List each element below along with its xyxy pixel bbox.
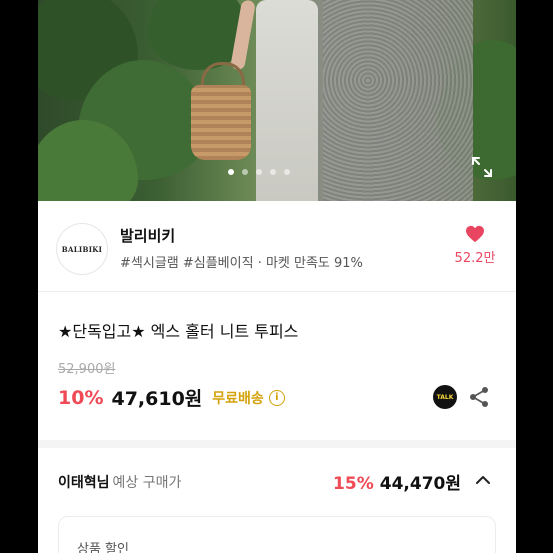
carousel-indicator — [228, 169, 290, 175]
carousel-dot[interactable] — [284, 169, 290, 175]
product-title: ★단독입고★ 엑스 홀터 니트 투피스 — [58, 322, 299, 341]
expected-amount: 44,470원 — [379, 474, 461, 494]
chevron-up-icon[interactable] — [475, 472, 491, 488]
seller-tags: #섹시글램 #심플베이직 · 마켓 만족도 91% — [120, 256, 363, 271]
price-row: 10% 47,610원 무료배송 i — [58, 384, 285, 411]
product-discount-label: 상품 할인 — [77, 542, 129, 553]
carousel-dot[interactable] — [256, 169, 262, 175]
seller-name[interactable]: 발리비키 — [120, 225, 175, 246]
sale-price: 47,610원 — [111, 388, 203, 410]
talk-chat-button[interactable]: TALK — [433, 385, 457, 409]
seller-logo[interactable]: BALIBIKI — [56, 223, 108, 275]
gravel-path — [323, 0, 473, 201]
expand-icon[interactable] — [471, 156, 493, 178]
talk-chat-label: TALK — [436, 393, 454, 401]
seller-logo-text: BALIBIKI — [61, 244, 103, 254]
original-price: 52,900원 — [58, 362, 116, 377]
buyer-label: 이태혁님 예상 구매가 — [58, 472, 181, 492]
shipping-badge: 무료배송 — [212, 390, 264, 407]
expected-price-label: 예상 구매가 — [112, 475, 182, 491]
heart-icon — [466, 225, 484, 243]
product-page: BALIBIKI 발리비키 #섹시글램 #심플베이직 · 마켓 만족도 91% … — [38, 0, 516, 553]
product-image-carousel[interactable] — [38, 0, 516, 201]
carousel-dot[interactable] — [228, 169, 234, 175]
expected-price-row[interactable]: 이태혁님 예상 구매가 15% 44,470원 — [38, 448, 516, 514]
straw-bag — [191, 85, 251, 160]
section-separator — [38, 440, 516, 448]
like-button[interactable]: 52.2만 — [450, 225, 500, 266]
share-icon[interactable] — [468, 386, 490, 408]
divider — [38, 291, 516, 292]
carousel-dot[interactable] — [270, 169, 276, 175]
discount-rate: 10% — [58, 386, 104, 409]
expected-discount: 15% — [333, 474, 374, 494]
expected-price: 15% 44,470원 — [333, 469, 461, 494]
discount-detail-box: 상품 할인 — [58, 516, 496, 553]
like-count: 52.2만 — [454, 251, 496, 266]
buyer-name: 이태혁님 — [58, 475, 110, 491]
seller-row[interactable]: BALIBIKI 발리비키 #섹시글램 #심플베이직 · 마켓 만족도 91% … — [38, 201, 516, 291]
carousel-dot[interactable] — [242, 169, 248, 175]
info-icon[interactable]: i — [268, 389, 285, 406]
